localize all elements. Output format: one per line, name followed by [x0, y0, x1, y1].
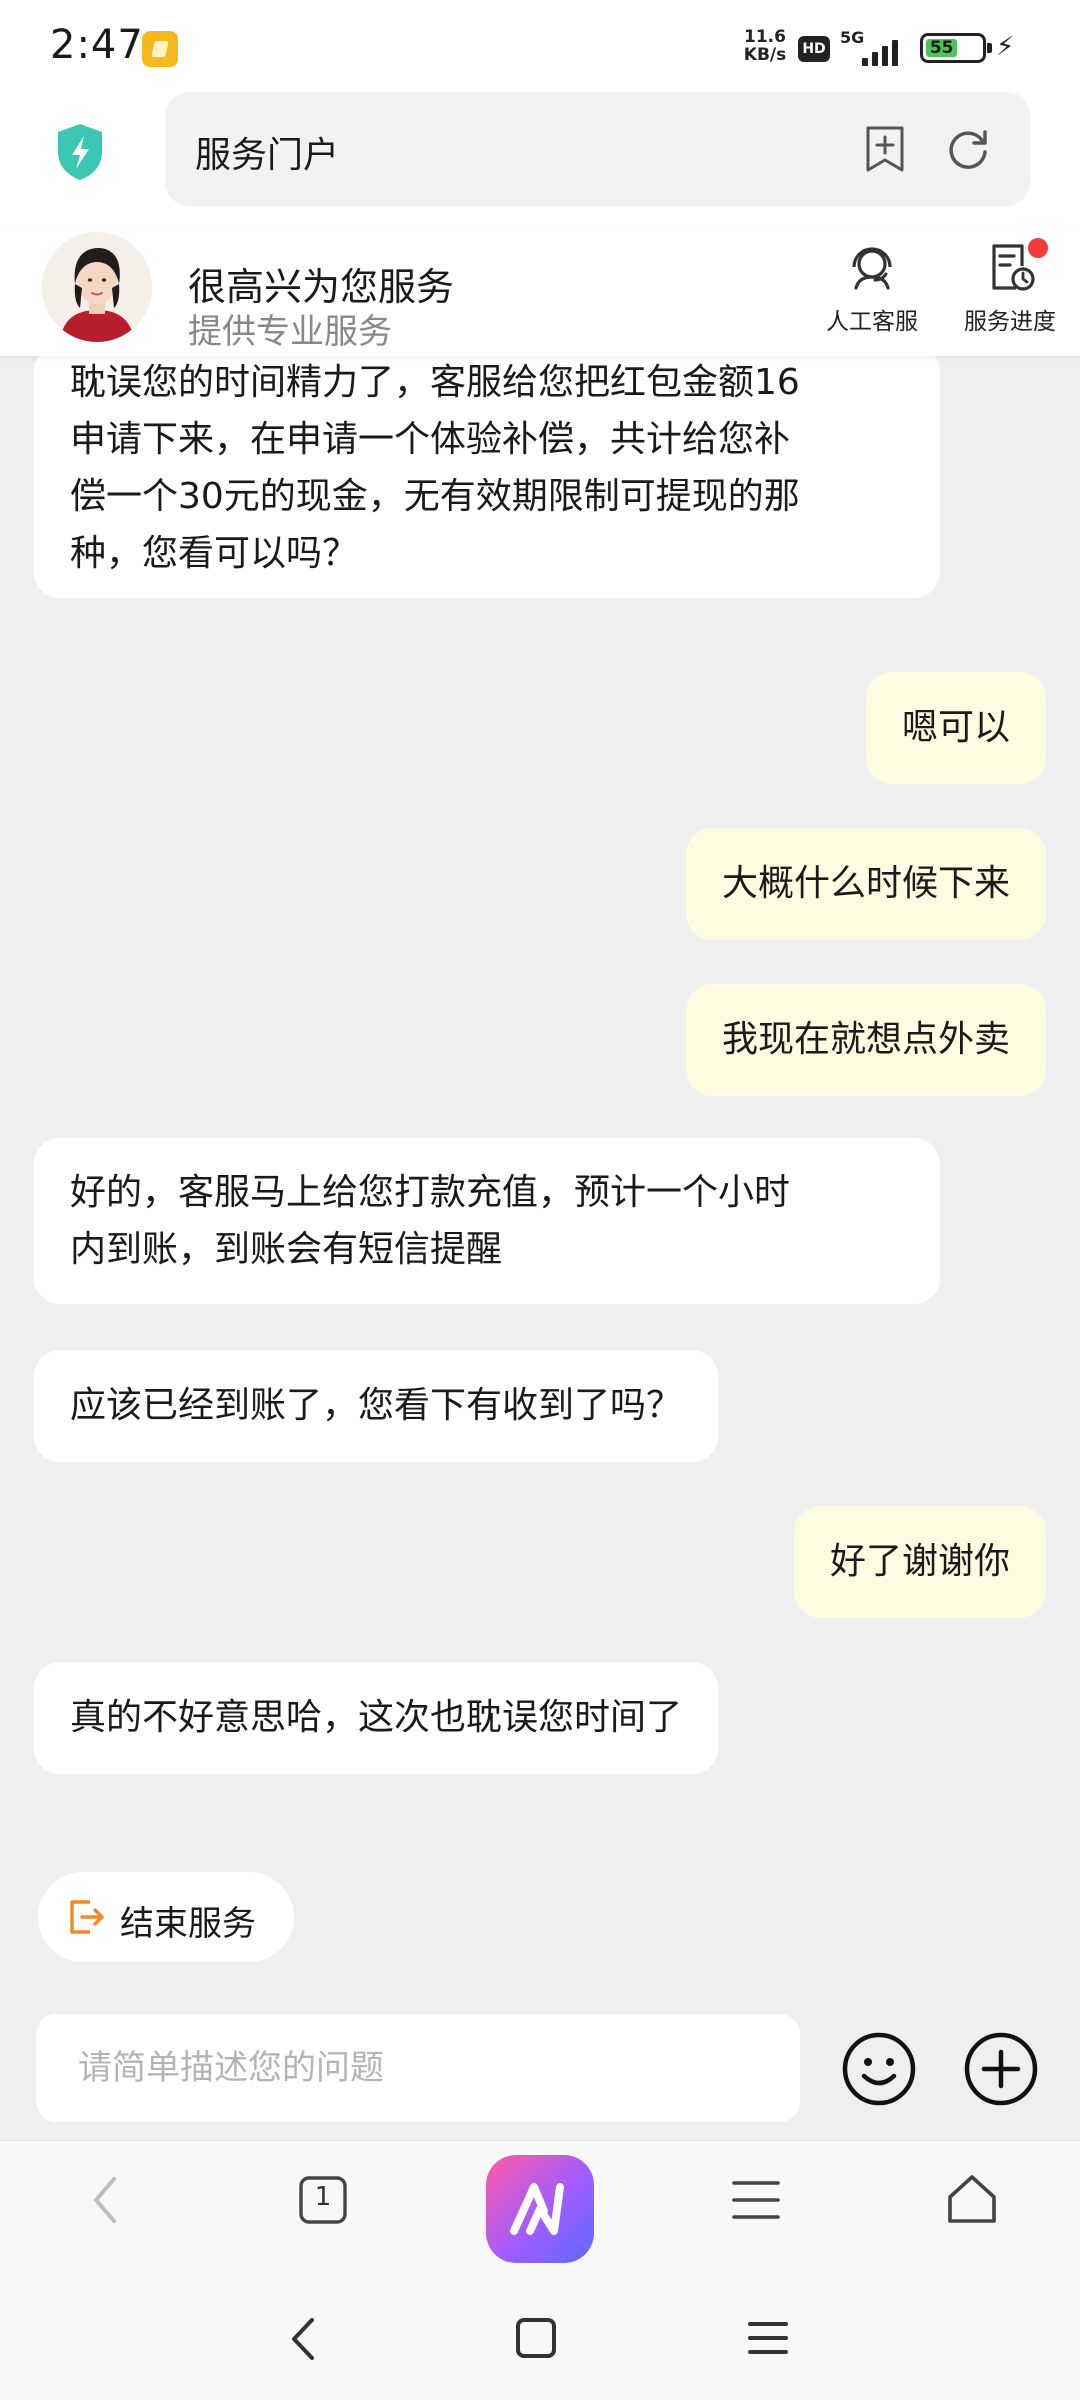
exit-icon: [70, 1900, 104, 1934]
human-service-label: 人工客服: [826, 309, 918, 335]
network-speed-value: 11.6: [744, 27, 786, 47]
system-home-icon[interactable]: [514, 2316, 558, 2360]
browser-toolbar: 1: [0, 2140, 1080, 2270]
human-service-button[interactable]: 人工客服: [812, 240, 932, 336]
emoji-icon[interactable]: [840, 2030, 918, 2108]
app-logo-button[interactable]: [486, 2155, 594, 2263]
notification-dot: [1028, 238, 1048, 258]
user-message: 好了谢谢你: [793, 1506, 1046, 1618]
agent-avatar: [42, 232, 152, 342]
end-service-button[interactable]: 结束服务: [38, 1872, 294, 1962]
battery-icon: 55: [920, 33, 992, 63]
home-icon[interactable]: [944, 2171, 1000, 2227]
chat-message-list[interactable]: 耽误您的时间精力了，客服给您把红包金额16 申请下来，在申请一个体验补偿，共计给…: [0, 356, 1080, 1850]
message-text: 我现在就想点外卖: [721, 1019, 1010, 1060]
message-text: 应该已经到账了，您看下有收到了吗？: [70, 1385, 683, 1426]
network-speed-unit: KB/s: [743, 45, 787, 65]
browser-header: 服务门户: [0, 92, 1080, 232]
agent-subtitle: 提供专业服务: [188, 312, 392, 352]
user-message: 大概什么时候下来: [685, 828, 1046, 940]
message-text: 好了谢谢你: [829, 1541, 1010, 1582]
message-text: 好的，客服马上给您打款充值，预计一个小时 内到账，到账会有短信提醒: [70, 1172, 791, 1270]
message-text: 真的不好意思哈，这次也耽误您时间了: [70, 1697, 683, 1738]
network-type: 5G: [840, 28, 865, 47]
address-bar[interactable]: 服务门户: [165, 92, 1030, 206]
menu-icon[interactable]: [730, 2175, 782, 2225]
service-progress-label: 服务进度: [964, 309, 1056, 335]
notification-app-icon: [142, 31, 178, 67]
charging-icon: ⚡: [996, 32, 1015, 62]
agent-avatar-image: [42, 232, 152, 342]
quick-actions-bar: 结束服务: [0, 1850, 1080, 2000]
hd-badge: HD: [798, 36, 830, 62]
network-speed: 11.6 KB/s: [738, 28, 792, 64]
battery-level: 55: [926, 39, 958, 57]
message-text: 大概什么时候下来: [721, 863, 1010, 904]
app-logo-icon: [510, 2183, 564, 2235]
refresh-icon[interactable]: [945, 126, 991, 172]
back-icon[interactable]: [84, 2165, 128, 2235]
signal-bars: [862, 40, 898, 66]
message-text: 耽误您的时间精力了，客服给您把红包金额16 申请下来，在申请一个体验补偿，共计给…: [70, 362, 800, 574]
system-back-icon[interactable]: [284, 2314, 324, 2364]
signal-icon: 5G: [840, 28, 908, 68]
headset-icon: [852, 247, 892, 290]
agent-message: 耽误您的时间精力了，客服给您把红包金额16 申请下来，在申请一个体验补偿，共计给…: [34, 356, 940, 598]
system-recents-icon[interactable]: [746, 2318, 790, 2358]
user-message: 我现在就想点外卖: [685, 984, 1046, 1096]
system-navigation-bar: [0, 2270, 1080, 2400]
service-progress-button[interactable]: 服务进度: [950, 238, 1070, 336]
tab-count: 1: [314, 2182, 332, 2212]
status-time: 2:47: [50, 22, 144, 68]
user-message: 嗯可以: [865, 672, 1046, 784]
agent-greeting: 很高兴为您服务: [188, 265, 455, 309]
message-input[interactable]: [36, 2014, 800, 2122]
tabs-button[interactable]: 1: [298, 2175, 348, 2225]
plus-circle-icon[interactable]: [962, 2030, 1040, 2108]
address-bar-text: 服务门户: [195, 135, 340, 176]
agent-message: 好的，客服马上给您打款充值，预计一个小时 内到账，到账会有短信提醒: [34, 1138, 940, 1304]
agent-info-bar: 很高兴为您服务 提供专业服务 人工客服 服务进度: [0, 232, 1080, 356]
agent-message: 真的不好意思哈，这次也耽误您时间了: [34, 1662, 719, 1774]
shield-bolt-icon[interactable]: [54, 122, 106, 182]
message-input-row: [0, 2000, 1080, 2140]
end-service-label: 结束服务: [120, 1904, 256, 1944]
add-bookmark-icon[interactable]: [863, 124, 907, 174]
agent-message: 应该已经到账了，您看下有收到了吗？: [34, 1350, 719, 1462]
message-text: 嗯可以: [901, 707, 1010, 748]
status-bar: 2:47 11.6 KB/s HD 5G 55 ⚡: [0, 0, 1080, 92]
